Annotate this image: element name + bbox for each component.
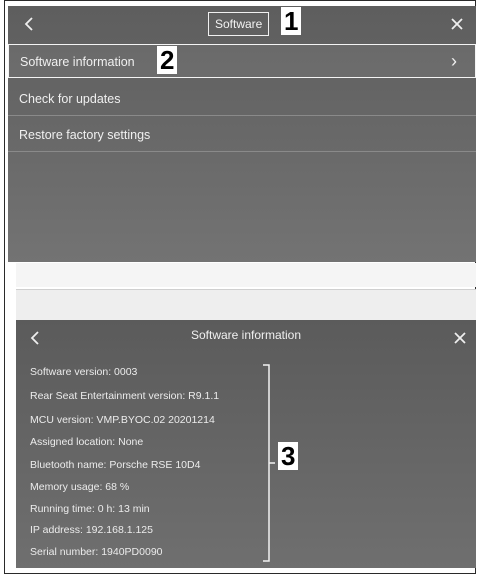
info-serial-number: Serial number: 1940PD0090 [30,546,163,558]
chevron-left-icon[interactable] [18,12,42,36]
menu-item-label: Restore factory settings [19,128,151,142]
info-memory-usage: Memory usage: 68 % [30,481,130,493]
callout-1: 1 [281,7,302,35]
info-assigned-location: Assigned location: None [30,436,144,448]
bracket-marker [263,364,275,562]
callout-2: 2 [157,46,178,74]
info-rse-version: Rear Seat Entertainment version: R9.1.1 [30,390,220,402]
menu-item-label: Software information [20,55,135,69]
software-information-panel: Software information Software version: 0… [16,320,476,568]
info-software-version: Software version: 0003 [30,366,138,378]
info-mcu-version: MCU version: VMP.BYOC.02 20201214 [30,414,215,426]
page-title: Software [208,12,270,36]
info-ip-address: IP address: 192.168.1.125 [30,524,153,536]
info-bluetooth-name: Bluetooth name: Porsche RSE 10D4 [30,459,201,471]
callout-3: 3 [278,442,299,470]
close-icon[interactable] [448,326,472,350]
info-running-time: Running time: 0 h: 13 min [30,503,150,515]
chevron-right-icon: › [451,51,457,71]
close-icon[interactable] [445,12,469,36]
menu-item-software-information[interactable]: Software information › [8,44,476,78]
divider-strip [16,263,476,287]
divider-strip [16,289,476,321]
panel-title: Software information [190,328,302,342]
menu-item-restore-factory-settings[interactable]: Restore factory settings [8,118,476,152]
top-bar: Software [8,6,476,42]
menu-item-label: Check for updates [19,92,121,106]
menu-item-check-for-updates[interactable]: Check for updates [8,82,476,116]
software-settings-panel: Software Software information › Check fo… [8,6,476,262]
